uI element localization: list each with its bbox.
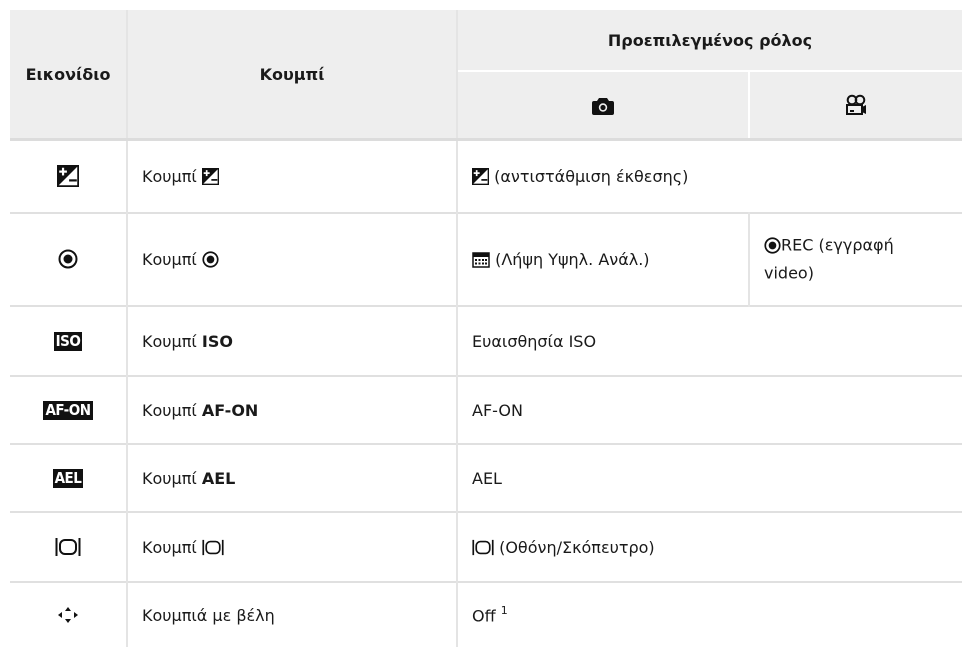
record-icon [58, 249, 78, 269]
table-row: Κουμπί (αντιστάθμιση έκθεσης) [10, 139, 963, 213]
role-cell: Off 1 [455, 581, 963, 647]
table-row: Κουμπιά με βέλη Off 1 [10, 581, 963, 647]
header-photo [456, 70, 749, 140]
iso-icon: ISO [53, 331, 83, 351]
table-row: Κουμπί (Οθόνη/Σκόπευτρο) [10, 511, 963, 582]
role-video-text-cont: video) [764, 263, 814, 283]
role-text: AEL [472, 468, 502, 488]
record-icon [202, 251, 219, 268]
table-row: Κουμπί (Λήψη Υψηλ. Ανάλ.) REC (εγγραφή v… [10, 212, 963, 306]
role-text: (Οθόνη/Σκόπευτρο) [499, 537, 655, 557]
button-function-table: Εικονίδιο Κουμπί Προεπιλεγμένος ρόλος Κο… [10, 10, 963, 647]
button-cell: Κουμπί AEL [126, 443, 457, 512]
button-cell: Κουμπί ISO [126, 305, 457, 376]
button-name: Κουμπί [142, 400, 197, 420]
role-cell: (Οθόνη/Σκόπευτρο) [455, 511, 963, 582]
button-name: Κουμπί [142, 331, 197, 351]
button-cell: Κουμπί [126, 212, 457, 306]
role-text: Ευαισθησία ISO [472, 331, 597, 351]
role-cell: (αντιστάθμιση έκθεσης) [455, 139, 963, 213]
button-name: Κουμπιά με βέλη [142, 605, 275, 625]
record-icon [764, 236, 781, 254]
exposure-compensation-icon [472, 168, 489, 186]
role-cell: AEL [455, 443, 963, 512]
icon-cell [10, 140, 127, 213]
role-video-text: REC (εγγραφή [781, 235, 894, 254]
ael-icon: AEL [52, 468, 84, 488]
header-video [747, 70, 963, 140]
role-photo-cell: (Λήψη Υψηλ. Ανάλ.) [456, 212, 749, 306]
icon-cell: AEL [10, 444, 127, 512]
role-video-cell: REC (εγγραφή video) [747, 212, 963, 306]
role-photo-text: (Λήψη Υψηλ. Ανάλ.) [495, 250, 650, 269]
monitor-viewfinder-icon [202, 539, 224, 555]
footnote-marker: 1 [500, 603, 508, 617]
af-on-icon: AF-ON [43, 400, 93, 420]
role-text: Off [472, 606, 496, 626]
button-name: Κουμπί [142, 250, 197, 269]
role-text: AF-ON [472, 400, 523, 420]
button-name: Κουμπί [142, 167, 197, 187]
exposure-compensation-icon [201, 168, 219, 186]
icon-cell: AF-ON [10, 376, 127, 444]
table-row: AF-ON Κουμπί AF-ON AF-ON [10, 375, 963, 444]
table-row: ISO Κουμπί ISO Ευαισθησία ISO [10, 305, 963, 376]
header-button: Κουμπί [126, 10, 457, 140]
role-cell: Ευαισθησία ISO [455, 305, 963, 376]
header-icon: Εικονίδιο [10, 10, 127, 140]
role-text: (αντιστάθμιση έκθεσης) [494, 167, 689, 187]
icon-cell [10, 512, 127, 582]
role-cell: AF-ON [455, 375, 963, 444]
button-cell: Κουμπί [126, 139, 457, 213]
table-row: AEL Κουμπί AEL AEL [10, 443, 963, 512]
exposure-compensation-icon [57, 165, 79, 188]
movie-icon [846, 94, 866, 115]
button-name: Κουμπί [142, 537, 197, 557]
monitor-viewfinder-icon [472, 539, 494, 555]
camera-icon [592, 97, 614, 115]
button-name: Κουμπί [142, 468, 197, 488]
icon-cell: ISO [10, 306, 127, 376]
monitor-viewfinder-icon [55, 537, 81, 556]
icon-cell [10, 582, 127, 647]
header-default-role: Προεπιλεγμένος ρόλος [455, 10, 963, 71]
button-cell: Κουμπί AF-ON [126, 375, 457, 444]
button-cell: Κουμπιά με βέλη [126, 581, 457, 647]
arrow-pad-icon [58, 607, 78, 624]
button-cell: Κουμπί [126, 511, 457, 582]
button-name-bold: AF-ON [201, 400, 259, 420]
icon-cell [10, 213, 127, 306]
button-name-bold: AEL [201, 468, 236, 488]
high-res-shot-icon [472, 251, 490, 268]
button-name-bold: ISO [201, 331, 233, 351]
